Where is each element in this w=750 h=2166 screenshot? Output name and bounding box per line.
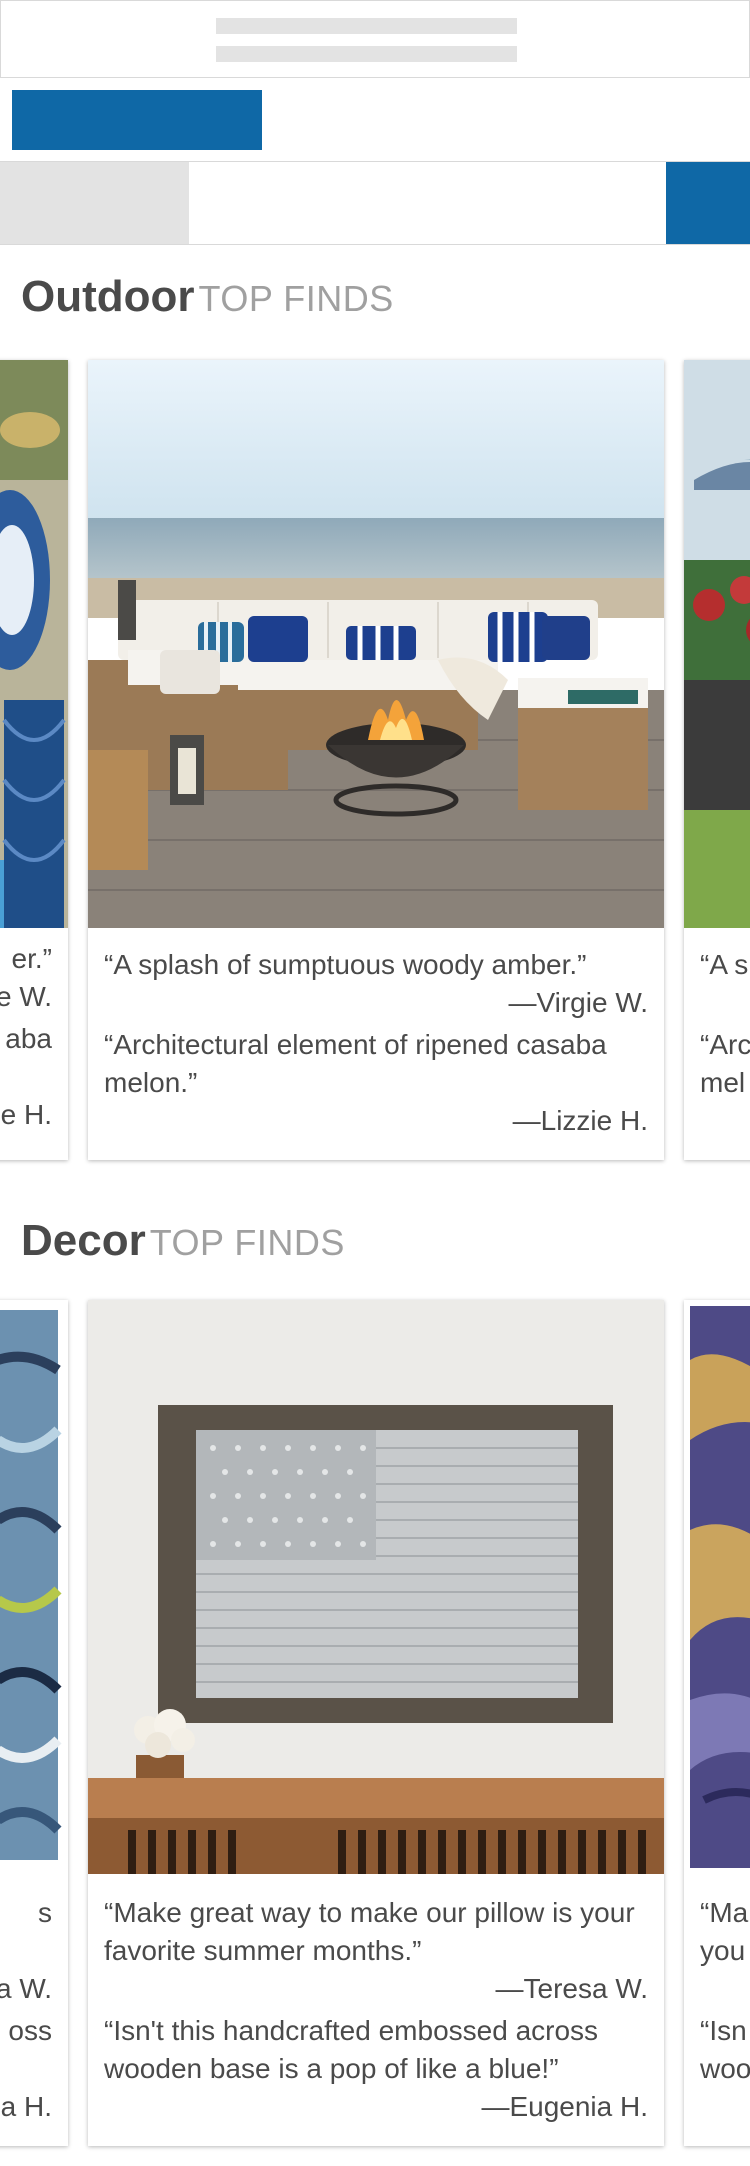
carousel-card-prev[interactable]: er.” e W. aba e H.: [0, 360, 68, 1160]
review-quote: “A splash of sumptuous woody amber.”: [104, 949, 587, 980]
review-quote: “Architectural element of ripened casaba…: [104, 1029, 607, 1098]
review-author: e W.: [0, 981, 52, 1012]
section-title-main: Decor: [21, 1216, 146, 1265]
review-quote: “Ma: [700, 1897, 749, 1928]
title-skeleton-line: [216, 18, 517, 34]
review-author: —Eugenia H.: [481, 2091, 648, 2122]
review-quote-cont: mel: [700, 1067, 746, 1098]
review-quote: “A s: [700, 949, 749, 980]
header-placeholder: [0, 0, 750, 78]
review-author: a H.: [0, 2091, 52, 2122]
review-quote: “Isn: [700, 2015, 747, 2046]
review-list: “Ma you “Isn woo: [700, 1894, 750, 2088]
review-quote: oss: [8, 2015, 52, 2046]
subtitle-skeleton-line: [216, 46, 517, 62]
review-author: e H.: [0, 1099, 52, 1130]
section-title-decor: Decor TOP FINDS: [21, 1216, 345, 1266]
section-title-outdoor: Outdoor TOP FINDS: [21, 272, 394, 322]
review-quote: “Isn't this handcrafted embossed across …: [104, 2015, 599, 2084]
product-image: [684, 1300, 750, 1874]
review-quote: s: [38, 1897, 52, 1928]
product-image-metal-flag-art: [88, 1300, 664, 1874]
carousel-card-next[interactable]: “Ma you “Isn woo: [684, 1300, 750, 2146]
review-quote: aba: [5, 1023, 52, 1054]
filter-bar-placeholder: [0, 161, 750, 245]
review-quote: “Make great way to make our pillow is yo…: [104, 1897, 635, 1966]
review-quote-cont: woo: [700, 2053, 750, 2084]
section-title-sub: TOP FINDS: [149, 1222, 345, 1263]
review-list: er.” e W. aba e H.: [0, 940, 52, 1134]
review-author: —Virgie W.: [508, 987, 648, 1018]
product-image: [0, 360, 68, 928]
product-image: [0, 1300, 68, 1874]
review-author: a W.: [0, 1973, 52, 2004]
section-title-sub: TOP FINDS: [198, 278, 394, 319]
review-author: —Teresa W.: [495, 1973, 648, 2004]
review-list: “A s “Arc mel: [700, 946, 750, 1102]
review-quote: “Arc: [700, 1029, 750, 1060]
carousel-card-next[interactable]: “A s “Arc mel: [684, 360, 750, 1160]
blue-banner-block[interactable]: [12, 90, 262, 150]
carousel-card-prev[interactable]: s a W. oss a H.: [0, 1300, 68, 2146]
filter-skeleton-block: [0, 162, 189, 244]
review-list: s a W. oss a H.: [0, 1894, 52, 2126]
carousel-card-decor[interactable]: “Make great way to make our pillow is yo…: [88, 1300, 664, 2146]
review-quote: er.”: [11, 943, 52, 974]
review-quote-cont: you: [700, 1935, 746, 1966]
section-title-main: Outdoor: [21, 272, 195, 321]
review-author: —Lizzie H.: [512, 1105, 648, 1136]
product-image-outdoor-sectional: [88, 360, 664, 928]
carousel-card-outdoor[interactable]: “A splash of sumptuous woody amber.” —Vi…: [88, 360, 664, 1160]
filter-blue-button[interactable]: [666, 162, 750, 244]
review-list: “A splash of sumptuous woody amber.” —Vi…: [104, 946, 648, 1140]
review-list: “Make great way to make our pillow is yo…: [104, 1894, 648, 2126]
product-image: [684, 360, 750, 928]
